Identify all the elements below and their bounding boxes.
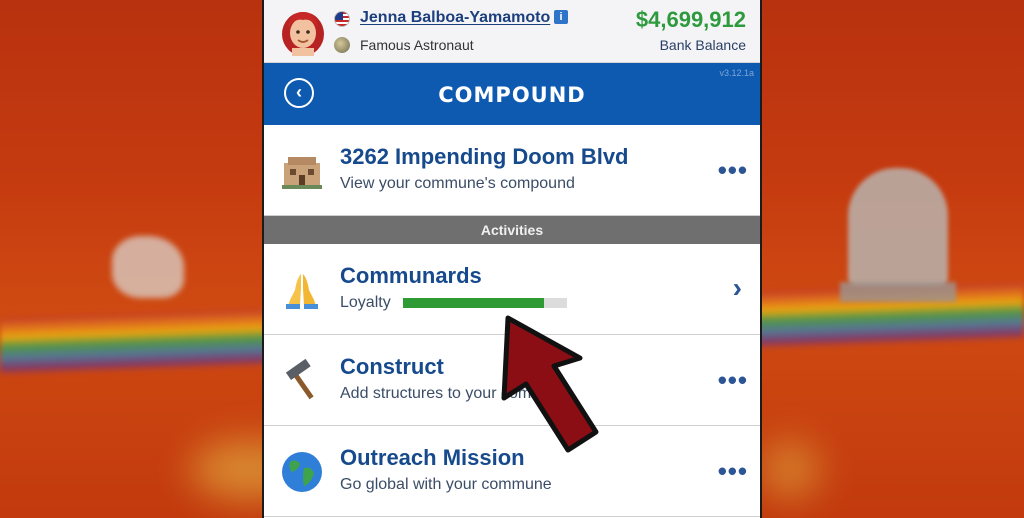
annotation-arrow	[501, 315, 599, 453]
activity-title: Construct	[340, 354, 444, 379]
background-baby-figure	[112, 236, 184, 298]
background-glow-right	[760, 440, 820, 500]
page-title: COMPOUND	[438, 83, 586, 107]
occupation-label: Famous Astronaut	[360, 37, 474, 53]
compound-address: 3262 Impending Doom Blvd	[340, 144, 629, 169]
praying-hands-icon	[286, 274, 318, 309]
globe-icon	[282, 452, 322, 492]
more-options-icon[interactable]: •••	[718, 365, 748, 396]
info-icon[interactable]: i	[554, 10, 568, 24]
section-header-activities: Activities	[264, 216, 760, 244]
loyalty-label: Loyalty	[340, 294, 391, 311]
bank-balance-label: Bank Balance	[659, 37, 746, 53]
background-tombstone-base	[840, 282, 956, 302]
profile-header: Jenna Balboa-Yamamoto i Famous Astronaut…	[264, 0, 760, 63]
more-options-icon[interactable]: •••	[718, 456, 748, 487]
compound-row[interactable]: 3262 Impending Doom Blvd View your commu…	[264, 125, 760, 216]
house-icon	[282, 157, 322, 189]
loyalty-bar	[403, 298, 567, 308]
avatar[interactable]	[278, 6, 328, 56]
bank-balance-value: $4,699,912	[635, 7, 746, 32]
activity-subtitle: Go global with your commune	[340, 476, 552, 493]
more-options-icon[interactable]: •••	[718, 155, 748, 186]
character-name-link[interactable]: Jenna Balboa-Yamamoto	[360, 9, 550, 27]
background-tombstone	[848, 168, 948, 286]
job-badge-icon	[334, 37, 350, 53]
version-label: v3.12.1a	[719, 68, 754, 78]
compound-subtitle: View your commune's compound	[340, 175, 575, 192]
activity-title: Communards	[340, 263, 482, 288]
title-bar: ‹ COMPOUND v3.12.1a	[264, 63, 760, 125]
loyalty-bar-fill	[403, 298, 545, 308]
hammer-icon	[285, 359, 314, 400]
chevron-right-icon[interactable]: ›	[733, 272, 742, 304]
us-flag-icon	[334, 11, 350, 27]
